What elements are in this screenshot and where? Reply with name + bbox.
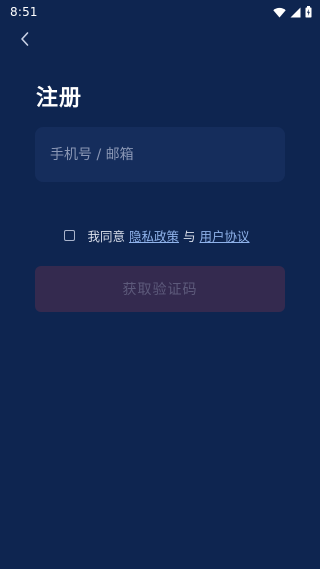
privacy-policy-link[interactable]: 隐私政策 (129, 226, 179, 245)
account-input[interactable] (50, 127, 285, 182)
agreement-row: 我同意 隐私政策 与 用户协议 (0, 226, 320, 245)
status-time: 8:51 (10, 5, 38, 19)
page-title: 注册 (36, 86, 83, 111)
back-button[interactable] (14, 30, 36, 52)
agreement-connector: 与 (183, 229, 196, 244)
cellular-signal-icon (290, 7, 301, 18)
wifi-icon (273, 7, 286, 18)
get-verification-code-button[interactable]: 获取验证码 (35, 266, 285, 312)
agree-checkbox[interactable] (64, 230, 76, 241)
chevron-left-icon (19, 31, 31, 51)
user-agreement-link[interactable]: 用户协议 (200, 226, 250, 245)
account-field[interactable] (35, 127, 285, 182)
status-bar: 8:51 (0, 0, 320, 24)
status-icons (273, 6, 312, 18)
agreement-prefix: 我同意 (87, 229, 125, 244)
battery-icon (305, 6, 312, 18)
register-screen: 8:51 注册 手机号 / 邮箱 我同意 隐私政策 与 用户协议 获取验证码 (0, 0, 320, 569)
